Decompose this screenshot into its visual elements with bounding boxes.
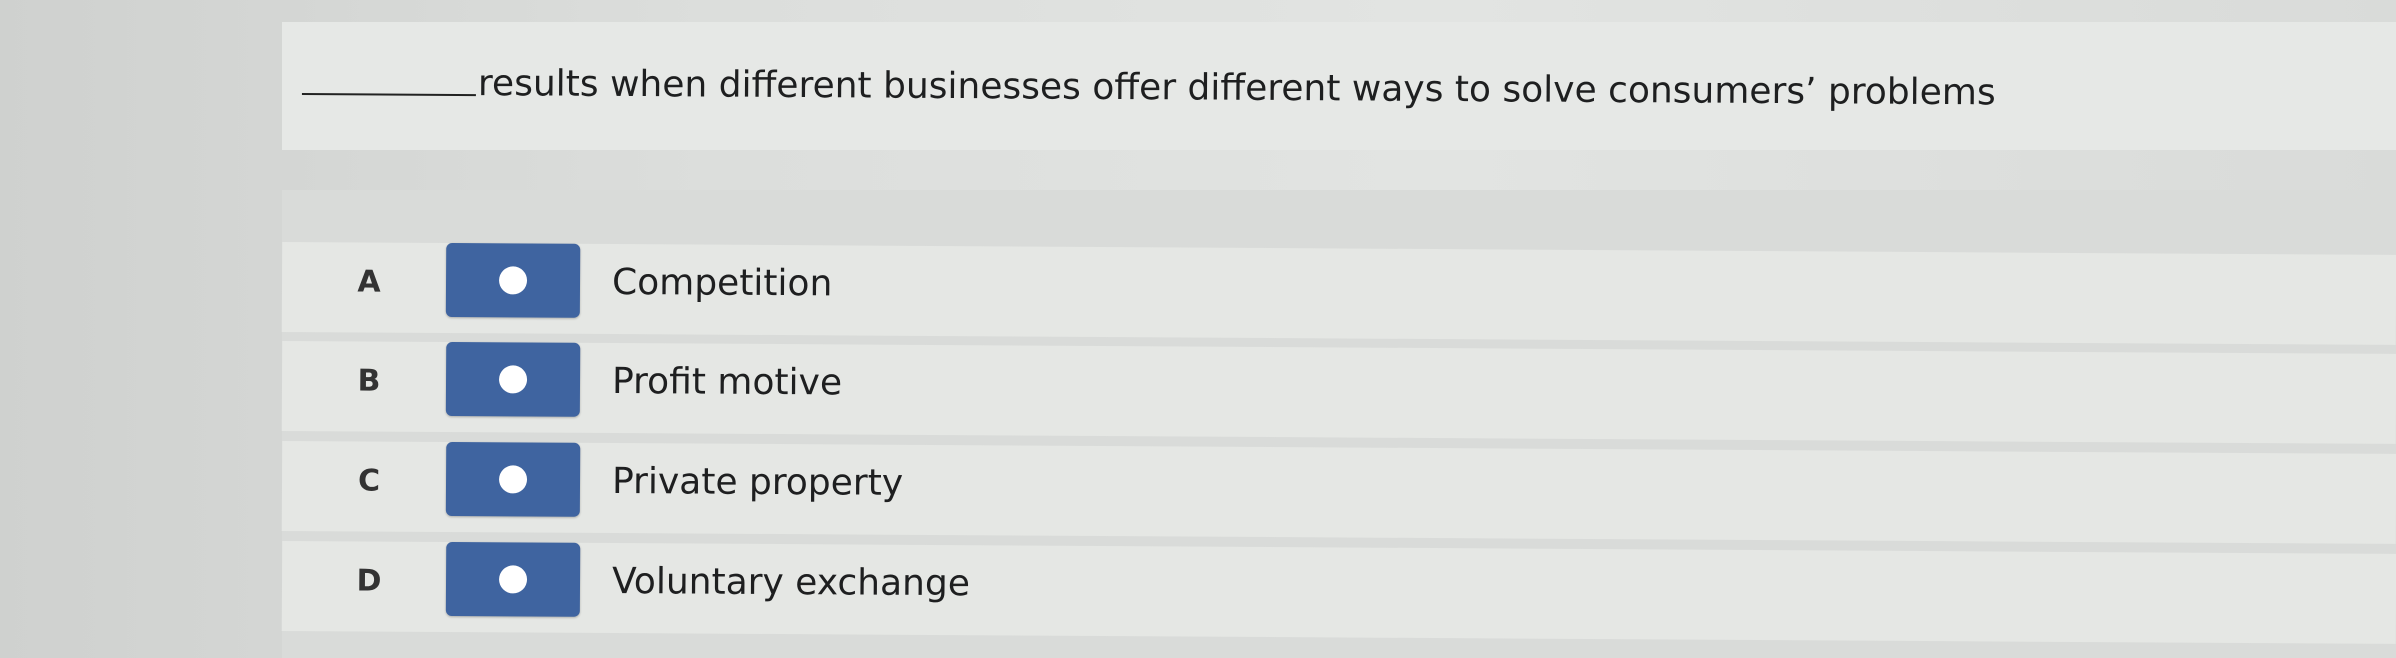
option-letter-c: C <box>357 463 381 499</box>
radio-dot-icon <box>498 365 528 394</box>
radio-button-d[interactable] <box>445 542 581 617</box>
option-label-b[interactable]: Profit motive <box>612 361 842 403</box>
radio-dot-icon <box>498 266 528 295</box>
radio-button-a[interactable] <box>445 243 581 318</box>
radio-dot-icon <box>498 565 528 594</box>
option-row-a[interactable]: A Competition <box>281 242 2396 345</box>
radio-dot-icon <box>498 465 528 494</box>
option-letter-d: D <box>356 563 382 599</box>
option-row-d[interactable]: D Voluntary exchange <box>281 541 2396 644</box>
option-label-d[interactable]: Voluntary exchange <box>612 561 970 604</box>
quiz-screen: results when different businesses offer … <box>0 0 2396 658</box>
radio-button-b[interactable] <box>445 342 581 417</box>
option-letter-a: A <box>357 264 381 300</box>
option-letter-b: B <box>357 363 381 399</box>
option-row-c[interactable]: C Private property <box>281 441 2396 544</box>
option-row-b[interactable]: B Profit motive <box>281 341 2396 444</box>
radio-button-c[interactable] <box>445 442 581 517</box>
answer-blank <box>301 92 476 97</box>
option-label-a[interactable]: Competition <box>612 262 833 304</box>
option-label-c[interactable]: Private property <box>612 461 903 504</box>
